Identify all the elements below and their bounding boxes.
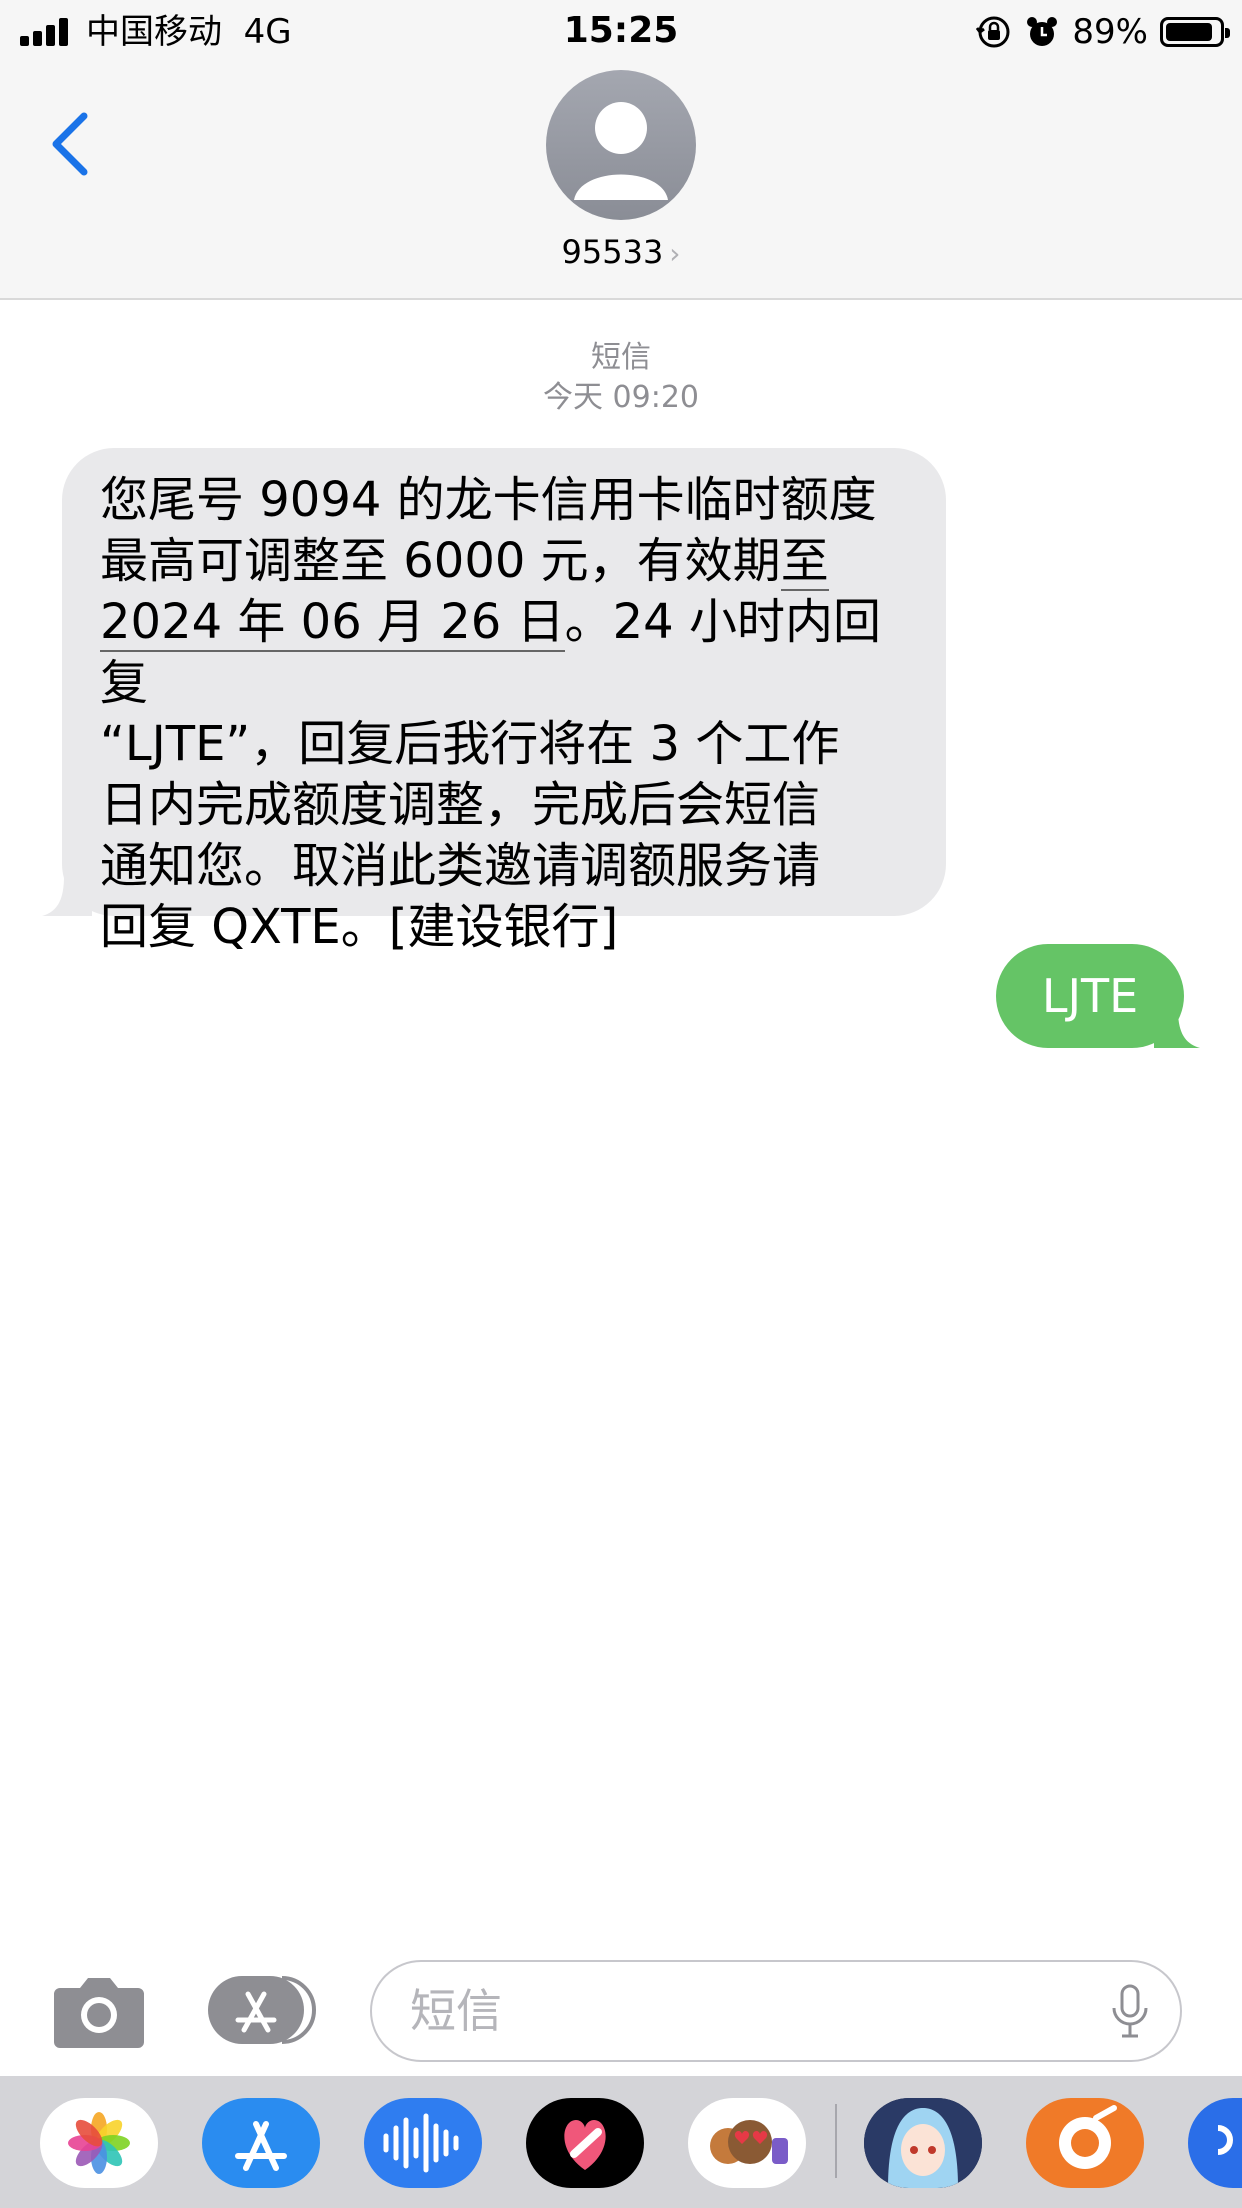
header: 中国移动 4G 15:25 89% 95533 ›: [0, 0, 1242, 300]
outgoing-message-bubble[interactable]: LJTE: [996, 944, 1200, 1048]
battery-fill: [1166, 23, 1213, 41]
person-silhouette-icon[interactable]: [546, 70, 696, 220]
message-input-placeholder: 短信: [410, 1984, 502, 2038]
partial-app-icon[interactable]: [1188, 2098, 1242, 2188]
camera-icon[interactable]: [52, 1970, 146, 2052]
drawer-divider: [835, 2104, 837, 2178]
outgoing-message-text: LJTE: [1041, 969, 1139, 1023]
incoming-message-text: 您尾号 9094 的龙卡信用卡临时额度 最高可调整至 6000 元，有效期至 2…: [100, 470, 908, 958]
photos-icon[interactable]: [40, 2098, 158, 2188]
qq-browser-icon[interactable]: [1026, 2098, 1144, 2188]
message-text-part: 您尾号 9094 的龙卡信用卡临时额度 最高可调整至 6000 元，有效期: [100, 472, 877, 589]
contact-name-button[interactable]: 95533 ›: [0, 230, 1242, 276]
anime-sticker-icon[interactable]: [864, 2098, 982, 2188]
app-store-icon[interactable]: [208, 1972, 320, 2048]
conversation-type-label: 短信: [591, 340, 651, 375]
bubble-tail: [1154, 1010, 1200, 1048]
incoming-message-bubble[interactable]: 您尾号 9094 的龙卡信用卡临时额度 最高可调整至 6000 元，有效期至 2…: [42, 448, 946, 955]
microphone-icon[interactable]: [1110, 1984, 1150, 2040]
orientation-lock-icon: [976, 16, 1010, 48]
audio-message-icon[interactable]: [364, 2098, 482, 2188]
app-store-icon[interactable]: [202, 2098, 320, 2188]
status-bar: 中国移动 4G 15:25 89%: [0, 0, 1242, 64]
conversation-timestamp: 今天 09:20: [543, 380, 699, 415]
status-indicators: 89%: [976, 10, 1230, 54]
memoji-icon[interactable]: [688, 2098, 806, 2188]
app-drawer: [0, 2076, 1242, 2208]
contact-name: 95533: [561, 233, 664, 271]
battery-icon: [1160, 17, 1230, 47]
chevron-right-icon: ›: [669, 237, 681, 270]
digital-touch-icon[interactable]: [526, 2098, 644, 2188]
message-input[interactable]: 短信: [370, 1960, 1182, 2062]
messages-screen: 中国移动 4G 15:25 89% 95533 › 短信 今天 09:20 您尾…: [0, 0, 1242, 2208]
battery-percent: 89%: [1072, 12, 1148, 52]
alarm-icon: [1027, 17, 1058, 46]
chevron-left-icon[interactable]: [44, 108, 96, 180]
bubble-tail: [42, 876, 92, 916]
